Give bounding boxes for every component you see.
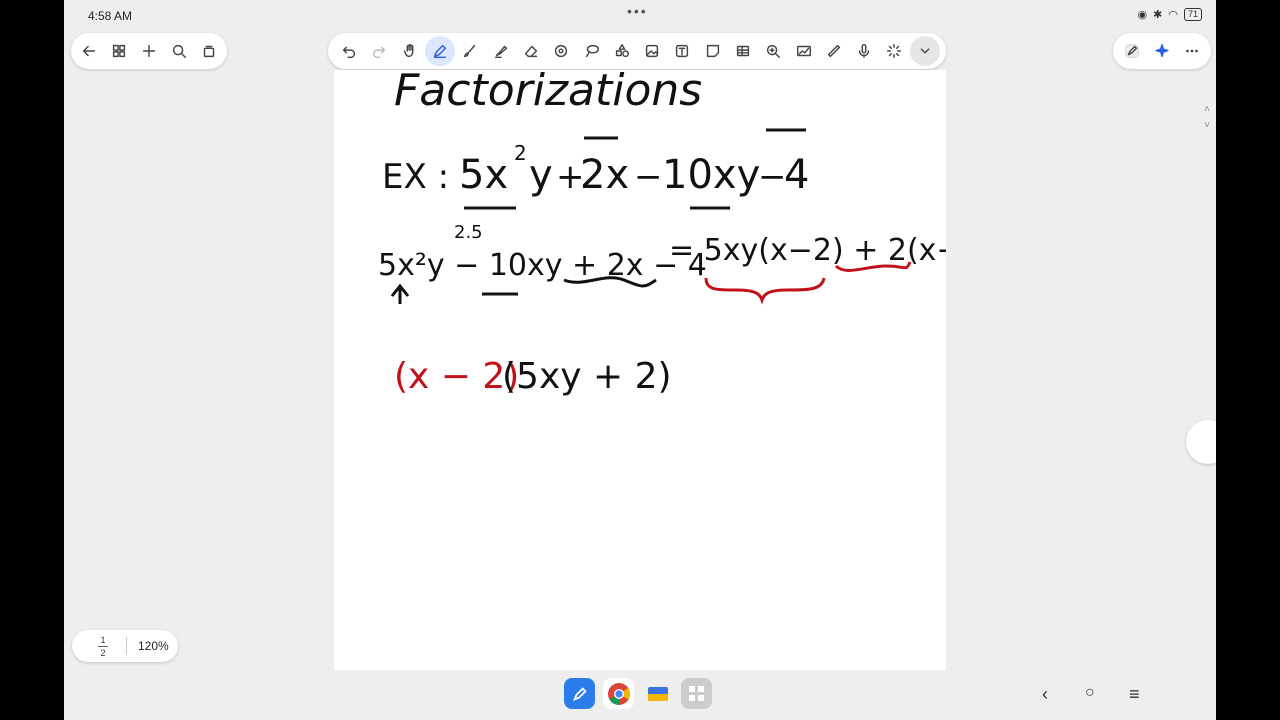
ai-sparkle-icon[interactable]: [1147, 36, 1177, 66]
window-handle-icon[interactable]: •••: [627, 3, 648, 19]
clock: 4:58 AM: [88, 9, 133, 23]
scroll-up-icon[interactable]: ˄: [1200, 104, 1214, 115]
eraser-icon[interactable]: [516, 36, 546, 66]
note-title: Factorizations: [394, 70, 702, 116]
pencil-shortcut-icon[interactable]: [1186, 420, 1216, 464]
image-icon[interactable]: [637, 36, 667, 66]
term-y: y: [529, 152, 553, 198]
search-icon[interactable]: [164, 36, 194, 66]
annotation-2-5: 2.5: [454, 222, 483, 243]
nav-back-icon[interactable]: ‹: [1042, 684, 1048, 705]
table-icon[interactable]: [728, 36, 758, 66]
divider: [126, 637, 127, 655]
chrome-app-icon[interactable]: [603, 678, 634, 709]
handwriting-canvas: Factorizations EX : 5x 2 y + 2x − 10xy −…: [378, 70, 946, 397]
zoom-level[interactable]: 120%: [138, 639, 169, 653]
lasso-icon[interactable]: [576, 36, 606, 66]
redo-icon[interactable]: [364, 36, 394, 66]
factor-red: (x − 2): [394, 356, 519, 397]
current-page: 1: [100, 635, 106, 645]
battery-icon: 71: [1183, 8, 1202, 21]
laser-pointer-icon[interactable]: [879, 36, 909, 66]
example-label: EX :: [382, 157, 449, 197]
files-app-icon[interactable]: [642, 678, 673, 709]
chart-icon[interactable]: [788, 36, 818, 66]
undo-icon[interactable]: [334, 36, 364, 66]
grid-view-icon[interactable]: [104, 36, 134, 66]
notes-app-icon[interactable]: [564, 678, 595, 709]
term-10xy: 10xy: [662, 152, 760, 198]
microphone-icon[interactable]: [849, 36, 879, 66]
exponent-2: 2: [514, 141, 527, 165]
note-page[interactable]: Factorizations EX : 5x 2 y + 2x − 10xy −…: [334, 70, 946, 670]
more-options-icon[interactable]: [1177, 36, 1207, 66]
page-indicator[interactable]: 1 2 120%: [72, 630, 178, 662]
right-toolbar: [1113, 33, 1211, 69]
drawing-toolbar: [328, 33, 946, 69]
total-pages: 2: [98, 646, 108, 659]
grouped-expression: = 5xy(x−2) + 2(x−2): [669, 233, 946, 268]
pen-icon[interactable]: [424, 36, 456, 66]
zoom-in-icon[interactable]: [758, 36, 788, 66]
nav-home-icon[interactable]: ○: [1085, 684, 1095, 702]
nav-menu-icon[interactable]: ≡: [1129, 684, 1140, 705]
highlighter-icon[interactable]: [485, 36, 515, 66]
wifi-icon: ◠: [1168, 9, 1178, 21]
copy-icon[interactable]: [194, 36, 224, 66]
chevron-down-icon[interactable]: [909, 36, 940, 66]
app-drawer-icon[interactable]: [681, 678, 712, 709]
brush-icon[interactable]: [455, 36, 485, 66]
sticky-note-icon[interactable]: [698, 36, 728, 66]
minus-sign: −: [634, 157, 663, 197]
navigation-toolbar: [71, 33, 227, 69]
term-4: 4: [784, 152, 809, 198]
app-dock: [564, 678, 712, 709]
status-bar: 4:58 AM ••• ◉ ✱ ◠ 71: [64, 0, 1216, 32]
add-page-icon[interactable]: [134, 36, 164, 66]
tablet-screen: 4:58 AM ••• ◉ ✱ ◠ 71 Factorizations EX:…: [64, 0, 1216, 720]
scroll-down-icon[interactable]: ˅: [1200, 120, 1214, 131]
shapes-icon[interactable]: [607, 36, 637, 66]
text-box-icon[interactable]: [667, 36, 697, 66]
minus-sign-2: −: [758, 157, 787, 197]
hand-select-icon[interactable]: [395, 36, 425, 66]
back-arrow-icon[interactable]: [74, 36, 104, 66]
pen-settings-icon[interactable]: [1117, 36, 1147, 66]
ruler-icon[interactable]: [819, 36, 849, 66]
term-2x: 2x: [580, 152, 629, 198]
term-5x: 5x: [459, 152, 508, 198]
bluetooth-icon: ✱: [1153, 9, 1163, 21]
example-expression: 5x 2 y + 2x − 10xy − 4: [459, 128, 809, 210]
system-icons: ◉ ✱ ◠ 71: [1138, 8, 1202, 21]
record-icon: ◉: [1137, 9, 1148, 21]
shape-circle-icon[interactable]: [546, 36, 576, 66]
page-number: 1 2: [98, 634, 108, 659]
rearranged-expression: 5x²y − 10xy + 2x − 4: [378, 248, 707, 283]
factor-black: (5xy + 2): [502, 356, 672, 397]
